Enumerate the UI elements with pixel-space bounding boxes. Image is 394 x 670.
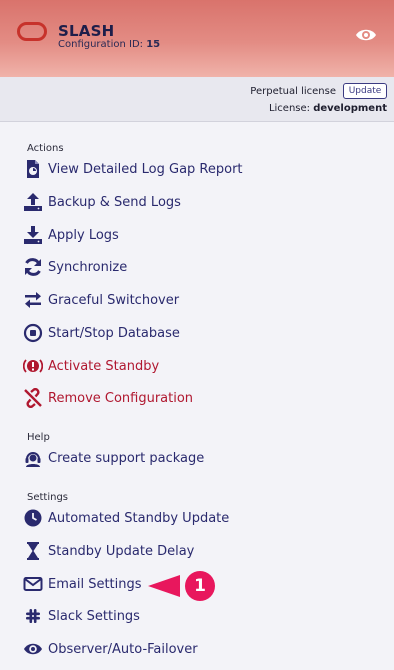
menu-item-email-settings[interactable]: Email Settings: [22, 573, 142, 595]
configuration-id: Configuration ID: 15: [58, 39, 160, 50]
envelope-icon: [22, 573, 44, 595]
menu-item-graceful-switchover[interactable]: Graceful Switchover: [22, 289, 179, 311]
menu-item-label: Slack Settings: [48, 608, 140, 624]
menu-item-label: Start/Stop Database: [48, 325, 180, 341]
menu-item-label: Remove Configuration: [48, 390, 194, 406]
menu-item-label: Activate Standby: [48, 358, 160, 374]
eye-icon: [22, 638, 44, 660]
download-icon: [22, 224, 44, 246]
menu-item-start-stop-database[interactable]: Start/Stop Database: [22, 322, 180, 344]
section-actions: Actions: [27, 143, 64, 154]
menu-item-standby-update-delay[interactable]: Standby Update Delay: [22, 540, 194, 562]
menu-item-label: Observer/Auto-Failover: [48, 641, 198, 657]
headset-icon: [22, 447, 44, 469]
switch-arrows-icon: [22, 289, 44, 311]
menu-item-label: Automated Standby Update: [48, 510, 230, 526]
sync-icon: [22, 256, 44, 278]
menu-item-label: Email Settings: [48, 576, 142, 592]
app-header: SLASH Configuration ID: 15: [0, 0, 394, 77]
stop-circle-icon: [22, 322, 44, 344]
menu-item-label: Synchronize: [48, 259, 128, 275]
license-type: Perpetual license: [250, 86, 336, 97]
license-bar: Perpetual license Update License: develo…: [0, 77, 394, 122]
clock-icon: [22, 507, 44, 529]
alert-broadcast-icon: [22, 355, 44, 377]
menu-item-apply-logs[interactable]: Apply Logs: [22, 224, 119, 246]
license-info: License: development: [269, 103, 387, 114]
upload-icon: [22, 191, 44, 213]
menu-item-slack-settings[interactable]: Slack Settings: [22, 605, 140, 627]
menu-item-label: Graceful Switchover: [48, 292, 180, 308]
oracle-logo-icon: [17, 22, 47, 41]
hourglass-icon: [22, 540, 44, 562]
section-help: Help: [27, 432, 50, 443]
menu-item-create-support-package[interactable]: Create support package: [22, 447, 204, 469]
menu-item-label: Apply Logs: [48, 227, 119, 243]
license-label: License:: [268, 103, 314, 114]
menu-item-remove-configuration[interactable]: Remove Configuration: [22, 387, 193, 409]
eye-icon[interactable]: [355, 27, 377, 43]
menu-item-activate-standby[interactable]: Activate Standby: [22, 355, 159, 377]
menu-item-automated-standby-update[interactable]: Automated Standby Update: [22, 507, 229, 529]
menu-item-label: Backup & Send Logs: [48, 194, 181, 210]
callout-number: 1: [194, 576, 206, 596]
menu-item-backup-send-logs[interactable]: Backup & Send Logs: [22, 191, 181, 213]
menu-item-label: Standby Update Delay: [48, 543, 195, 559]
config-id-value: 15: [146, 39, 161, 50]
app-title: SLASH: [58, 22, 115, 40]
report-file-icon: [22, 158, 44, 180]
config-id-label: Configuration ID:: [58, 39, 147, 50]
menu-item-label: View Detailed Log Gap Report: [48, 161, 243, 177]
unlink-icon: [22, 387, 44, 409]
section-settings: Settings: [27, 492, 69, 503]
update-license-button[interactable]: Update: [343, 83, 387, 99]
menu-item-label: Create support package: [48, 450, 205, 466]
menu-item-observer-auto-failover[interactable]: Observer/Auto-Failover: [22, 638, 198, 660]
slack-icon: [22, 605, 44, 627]
menu-item-synchronize[interactable]: Synchronize: [22, 256, 127, 278]
license-value: development: [313, 103, 387, 114]
menu-item-log-gap-report[interactable]: View Detailed Log Gap Report: [22, 158, 243, 180]
